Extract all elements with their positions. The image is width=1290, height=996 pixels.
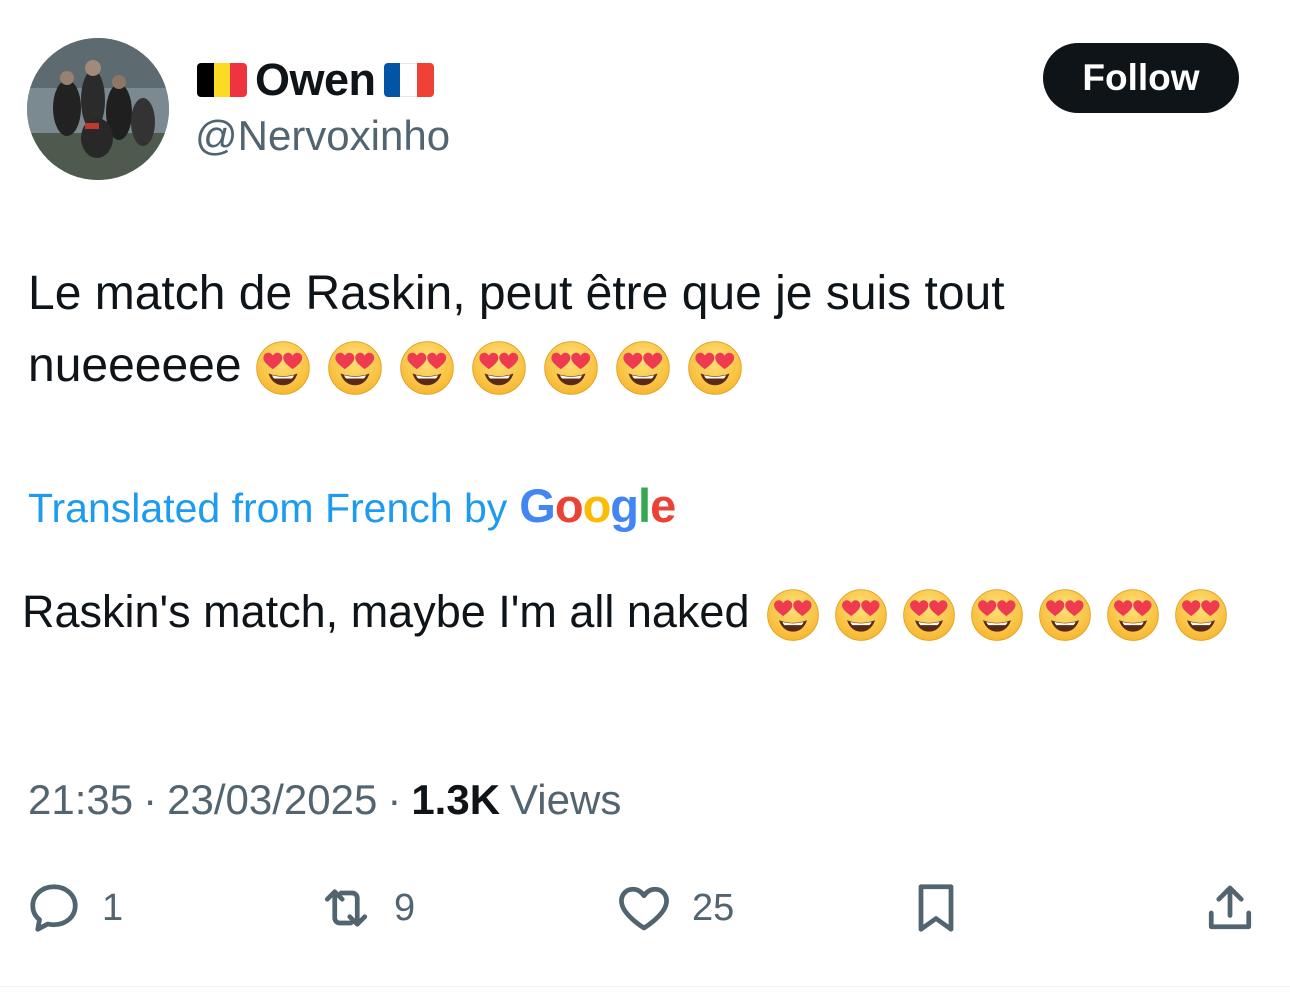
heart-eyes-emoji-icon xyxy=(543,341,598,396)
heart-eyes-emoji-icon xyxy=(903,589,956,641)
heart-eyes-emoji-icon xyxy=(327,341,382,396)
tweet-time[interactable]: 21:35 xyxy=(28,776,133,824)
reply-button[interactable]: 1 xyxy=(24,870,123,946)
avatar-photo xyxy=(27,38,169,180)
tweet-meta: 21:35 · 23/03/2025 · 1.3K Views xyxy=(28,776,621,824)
reply-icon xyxy=(30,884,78,932)
google-logo-letter: o xyxy=(582,479,612,532)
translated-body: Raskin's match, maybe I'm all naked xyxy=(22,586,750,637)
follow-button[interactable]: Follow xyxy=(1043,43,1239,113)
google-logo-letter: e xyxy=(650,479,676,532)
heart-icon xyxy=(619,886,669,931)
repost-count: 9 xyxy=(394,886,416,929)
like-count: 25 xyxy=(692,886,735,929)
google-logo: Google xyxy=(519,478,676,533)
belgium-flag-icon xyxy=(197,63,247,97)
heart-eyes-emoji-icon xyxy=(399,341,454,396)
heart-eyes-emoji-icon xyxy=(687,341,742,396)
author-name-row[interactable]: Owen xyxy=(197,54,434,106)
bookmark-button[interactable] xyxy=(906,870,966,946)
like-button[interactable]: 25 xyxy=(614,870,734,946)
translated-from-text: Translated from French by xyxy=(28,485,508,531)
google-logo-letter: l xyxy=(638,479,651,532)
action-bar: 1 9 25 xyxy=(0,870,1290,950)
heart-eyes-emoji-icon xyxy=(767,589,820,641)
heart-eyes-emoji-icon xyxy=(1039,589,1092,641)
heart-eyes-emoji-icon xyxy=(615,341,670,396)
heart-eyes-emoji-icon xyxy=(835,589,888,641)
google-logo-letter: o xyxy=(554,479,584,532)
heart-eyes-emoji-icon xyxy=(1175,589,1228,641)
views-label: Views xyxy=(510,776,622,823)
heart-eyes-emoji-icon xyxy=(1107,589,1160,641)
divider xyxy=(0,986,1290,987)
translated-emoji-row xyxy=(765,587,1229,643)
author-handle[interactable]: @Nervoxinho xyxy=(195,112,450,160)
display-name: Owen xyxy=(255,54,376,105)
views-count: 1.3K xyxy=(411,776,501,823)
france-flag-icon xyxy=(383,63,434,97)
heart-eyes-emoji-icon xyxy=(971,589,1024,641)
bookmark-icon xyxy=(918,884,954,932)
tweet-date[interactable]: 23/03/2025 xyxy=(167,776,377,824)
meta-separator: · xyxy=(143,776,158,823)
repost-button[interactable]: 9 xyxy=(316,870,415,946)
meta-separator: · xyxy=(387,776,402,823)
avatar[interactable] xyxy=(27,38,169,180)
heart-eyes-emoji-icon xyxy=(255,341,310,396)
share-button[interactable] xyxy=(1200,870,1260,946)
tweet-text: Le match de Raskin, peut être que je sui… xyxy=(28,258,1228,402)
tweet-emoji-row xyxy=(254,339,744,397)
google-logo-letter: g xyxy=(610,479,639,532)
reply-count: 1 xyxy=(102,886,124,929)
repost-icon xyxy=(324,889,368,927)
google-logo-letter: G xyxy=(519,479,556,532)
translation-label[interactable]: Translated from French by Google xyxy=(28,478,676,533)
share-icon xyxy=(1208,885,1252,930)
translated-text: Raskin's match, maybe I'm all naked xyxy=(22,578,1252,646)
heart-eyes-emoji-icon xyxy=(471,341,526,396)
